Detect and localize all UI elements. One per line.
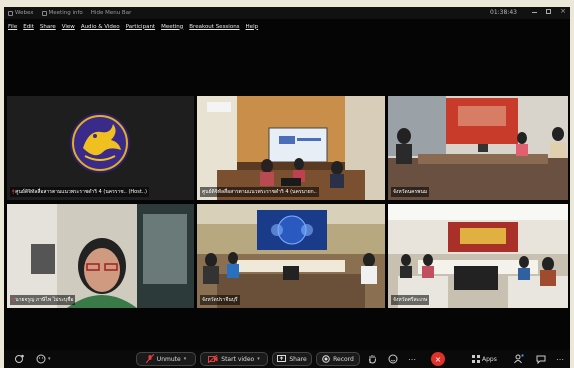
webex-window: Webex Meeting info Hide Menu Bar 01:38:4… <box>4 7 570 368</box>
video-tile-host[interactable]: ǂศูนย์ดิจิทัลสื่อสารตามแนวพระราชดำริ 4 (… <box>7 96 194 200</box>
webex-app-item[interactable]: Webex <box>8 10 34 16</box>
tile-label: จังหวัดศรีสะเกษ <box>391 295 430 305</box>
tile-label: ǂศูนย์ดิจิทัลสื่อสารตามแนวพระราชดำริ 4 (… <box>10 187 149 197</box>
more-options-button[interactable]: ⋯ <box>408 352 416 366</box>
meeting-toolbar: ▾ Unmute ▾ Start video ▾ Share Record ⋯ <box>4 350 570 368</box>
smiley-icon <box>388 354 398 364</box>
minimize-icon[interactable] <box>532 12 538 13</box>
app-name: Webex <box>15 10 34 16</box>
more-menu-button[interactable]: ⋯ <box>556 352 564 366</box>
info-icon <box>41 10 47 16</box>
window-controls: × <box>532 8 566 15</box>
record-icon <box>322 355 330 363</box>
tile-label-text: จังหวัดศรีสะเกษ <box>393 297 428 303</box>
more-icon: ⋯ <box>408 354 416 364</box>
mic-off-icon: ǂ <box>12 297 15 303</box>
video-tile-person[interactable]: ǂนายจรูญ ภาษีไพ ไม่ระบุชื่อ <box>7 204 194 308</box>
person-scene <box>7 204 194 308</box>
chevron-down-icon: ▾ <box>48 356 51 362</box>
emoji-button[interactable]: ▾ <box>36 352 51 366</box>
start-video-label: Start video <box>221 355 255 363</box>
tile-label-text: ศูนย์ดิจิทัลสื่อสารตามแนวพระราชดำริ 4 (น… <box>202 189 317 195</box>
video-tile-room-3[interactable]: จังหวัดนครพนม <box>388 96 568 200</box>
hand-icon <box>369 355 376 364</box>
share-button[interactable]: Share <box>272 352 312 366</box>
reaction-icon <box>36 354 46 364</box>
room-scene <box>388 96 568 200</box>
share-icon <box>277 355 287 362</box>
menu-breakout[interactable]: Breakout Sessions <box>189 24 239 30</box>
camera-off-icon <box>208 355 218 363</box>
participants-icon <box>514 354 524 364</box>
chat-button[interactable] <box>536 352 546 366</box>
conference-scene <box>388 204 568 308</box>
tile-label-text: นายจรูญ ภาษีไพ ไม่ระบุชื่อ <box>15 297 74 303</box>
share-label: Share <box>289 355 307 363</box>
meeting-timer: 01:38:43 <box>490 9 517 16</box>
record-button[interactable]: Record <box>316 352 360 366</box>
hide-menu-label: Hide Menu Bar <box>90 10 132 16</box>
apps-label: Apps <box>482 355 497 363</box>
more-icon: ⋯ <box>556 354 564 364</box>
microphone-muted-icon <box>145 354 154 364</box>
start-video-button[interactable]: Start video ▾ <box>200 352 268 366</box>
meeting-info-button[interactable]: Meeting info <box>41 10 83 16</box>
close-icon: × <box>434 354 442 364</box>
room-scene <box>197 96 385 200</box>
webex-icon <box>8 10 13 16</box>
menu-edit[interactable]: Edit <box>23 24 34 30</box>
tile-label: ǂนายจรูญ ภาษีไพ ไม่ระบุชื่อ <box>10 295 76 305</box>
participants-button[interactable] <box>514 352 524 366</box>
menu-meeting[interactable]: Meeting <box>161 24 183 30</box>
chat-icon <box>536 355 546 364</box>
chevron-down-icon: ▾ <box>257 356 260 362</box>
video-tile-hall[interactable]: จังหวัดปราจีนบุรี <box>197 204 385 308</box>
end-call-button[interactable]: × <box>431 352 445 366</box>
reactions-button[interactable] <box>388 352 398 366</box>
chevron-down-icon: ▾ <box>183 356 187 362</box>
menu-file[interactable]: File <box>8 24 17 30</box>
hide-menu-button[interactable]: Hide Menu Bar <box>91 10 132 16</box>
record-label: Record <box>333 355 354 363</box>
menu-participant[interactable]: Participant <box>126 24 155 30</box>
layout-button[interactable] <box>14 352 24 366</box>
tile-label: จังหวัดนครพนม <box>391 187 430 197</box>
menu-help[interactable]: Help <box>246 24 259 30</box>
menu-audio-video[interactable]: Audio & Video <box>81 24 120 30</box>
tile-label-text: จังหวัดปราจีนบุรี <box>202 297 238 303</box>
tile-label: จังหวัดปราจีนบุรี <box>200 295 240 305</box>
title-bar: Webex Meeting info Hide Menu Bar 01:38:4… <box>4 7 570 19</box>
emblem-logo <box>70 113 130 173</box>
tile-label: ศูนย์ดิจิทัลสื่อสารตามแนวพระราชดำริ 4 (น… <box>200 187 319 197</box>
menu-bar: File Edit Share View Audio & Video Parti… <box>4 21 570 32</box>
hall-scene <box>197 204 385 308</box>
video-tile-conference[interactable]: จังหวัดศรีสะเกษ <box>388 204 568 308</box>
layout-icon <box>15 354 24 363</box>
menu-share[interactable]: Share <box>40 24 56 30</box>
maximize-icon[interactable] <box>546 9 552 14</box>
unmute-button[interactable]: Unmute ▾ <box>136 352 196 366</box>
tile-label-text: จังหวัดนครพนม <box>393 189 428 195</box>
mic-off-icon: ǂ <box>12 189 15 195</box>
menu-view[interactable]: View <box>62 24 75 30</box>
meeting-info-label: Meeting info <box>48 10 83 16</box>
close-icon[interactable]: × <box>560 8 566 15</box>
video-tile-room-2[interactable]: ศูนย์ดิจิทัลสื่อสารตามแนวพระราชดำริ 4 (น… <box>197 96 385 200</box>
apps-icon <box>472 355 480 363</box>
raise-hand-button[interactable] <box>368 352 377 366</box>
apps-button[interactable]: Apps <box>472 352 497 366</box>
unmute-label: Unmute <box>156 355 181 363</box>
tile-label-text: ศูนย์ดิจิทัลสื่อสารตามแนวพระราชดำริ 4 (น… <box>15 189 147 195</box>
